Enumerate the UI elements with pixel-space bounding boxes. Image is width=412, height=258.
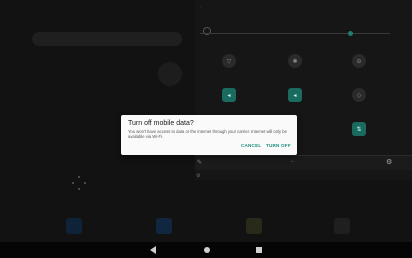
- nav-back-icon[interactable]: [150, 246, 156, 254]
- flashlight-tile-icon: ◂: [222, 88, 236, 102]
- dock-app-icon: [66, 218, 82, 234]
- home-widget: [158, 62, 182, 86]
- turn-off-button[interactable]: TURN OFF: [266, 143, 291, 148]
- dialog-title: Turn off mobile data?: [128, 120, 194, 127]
- dock-app-icon: [156, 218, 172, 234]
- bluetooth-tile-icon: ✱: [288, 54, 302, 68]
- clock-mark: [72, 182, 74, 184]
- settings-gear-icon: ⚙: [386, 159, 393, 166]
- do-not-disturb-tile-icon: ⊖: [352, 54, 366, 68]
- status-time-icon: ◦: [200, 4, 202, 9]
- dock-app-icon: [334, 218, 350, 234]
- mobile-data-tile-icon: ⇅: [352, 122, 366, 136]
- brightness-slider: [200, 33, 390, 34]
- search-bar: [32, 32, 182, 46]
- auto-rotate-tile-icon: ◂: [288, 88, 302, 102]
- location-tile-icon: ◇: [352, 88, 366, 102]
- edit-icon: ✎: [197, 160, 203, 166]
- clock-mark: [78, 188, 80, 190]
- nav-recents-icon[interactable]: [256, 247, 262, 253]
- wifi-tile-icon: ▽: [222, 54, 236, 68]
- nav-home-icon[interactable]: [204, 247, 210, 253]
- device-screen: ◦ ▽ ✱ ⊖ ◂ ◂ ◇ ⇅ ✎ ← ⚙ ⚙ Turn off mobile …: [0, 0, 412, 258]
- clock-mark: [84, 182, 86, 184]
- arrow-back-icon: ←: [290, 158, 296, 164]
- clock-mark: [78, 176, 80, 178]
- cancel-button[interactable]: CANCEL: [241, 143, 261, 148]
- dock-app-icon: [246, 218, 262, 234]
- settings-icon: ⚙: [196, 173, 201, 179]
- mobile-data-dialog: Turn off mobile data? You won't have acc…: [121, 115, 297, 155]
- dialog-message: You won't have access to data or the int…: [128, 129, 287, 139]
- quick-settings-footer: [195, 155, 412, 170]
- brightness-slider-thumb: [348, 31, 353, 36]
